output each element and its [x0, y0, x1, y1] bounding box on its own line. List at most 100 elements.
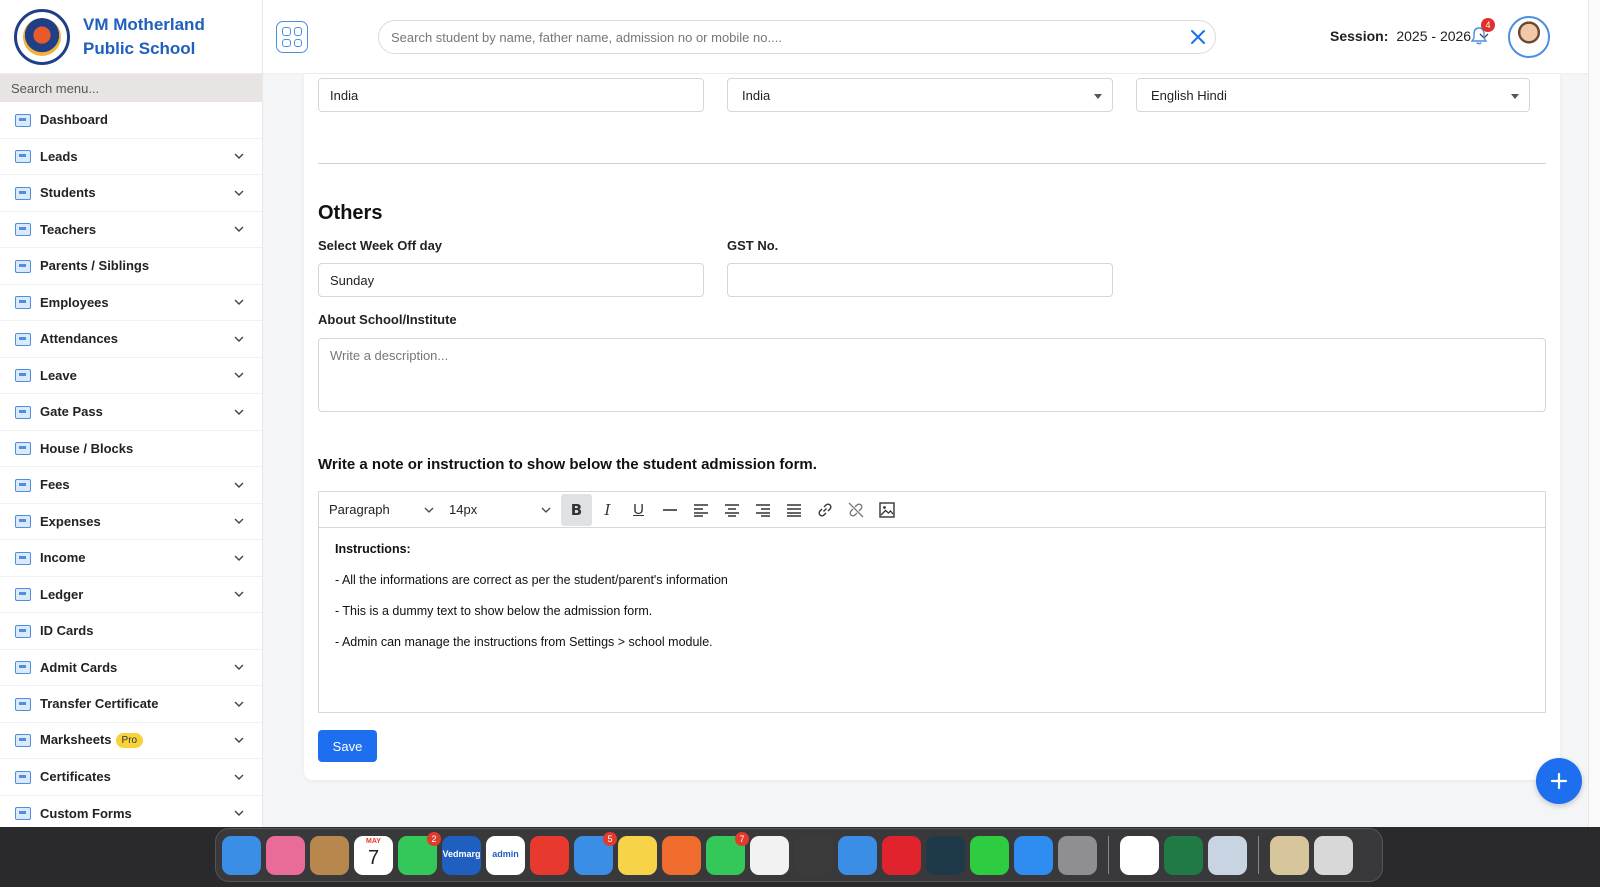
instruction-line: - All the informations are correct as pe…	[335, 573, 728, 587]
dock-settings-icon[interactable]	[1058, 835, 1097, 875]
dock-filmora-icon[interactable]	[926, 835, 965, 875]
page-scrollbar[interactable]	[1588, 0, 1600, 827]
sidebar-item-house-blocks[interactable]: House / Blocks	[0, 431, 262, 467]
sidebar-item-custom-forms[interactable]: Custom Forms	[0, 796, 262, 828]
save-button[interactable]: Save	[318, 730, 377, 762]
sidebar-item-teachers[interactable]: Teachers	[0, 212, 262, 248]
menu-search	[0, 74, 262, 102]
editor-content[interactable]: Instructions: - All the informations are…	[319, 528, 1545, 680]
chevron-down-icon[interactable]	[234, 772, 244, 782]
chevron-down-icon[interactable]	[234, 334, 244, 344]
dock-calendar-icon[interactable]: MAY 7	[354, 835, 393, 875]
block-format-select[interactable]: Paragraph	[329, 502, 449, 517]
dock-launchpad-icon[interactable]	[266, 835, 305, 875]
unlink-icon[interactable]	[840, 494, 871, 526]
chevron-down-icon[interactable]	[234, 151, 244, 161]
align-right-icon[interactable]	[747, 494, 778, 526]
dock-archive-icon[interactable]	[1270, 835, 1309, 875]
about-textarea[interactable]: Write a description...	[318, 338, 1546, 412]
sidebar-item-dashboard[interactable]: Dashboard	[0, 102, 262, 139]
bold-icon[interactable]: B	[561, 493, 592, 526]
dock-trash-icon[interactable]	[1314, 835, 1353, 875]
dock-preview-icon[interactable]	[1208, 835, 1247, 875]
expenses-icon	[14, 513, 32, 529]
country-input[interactable]: India	[318, 78, 704, 112]
sidebar-item-label: Dashboard	[40, 112, 244, 127]
dock-chrome-icon[interactable]	[750, 835, 789, 875]
sidebar-item-gate-pass[interactable]: Gate Pass	[0, 394, 262, 431]
week-off-select[interactable]: Sunday	[318, 263, 704, 297]
apps-grid-button[interactable]	[276, 21, 308, 53]
dock-pen-icon[interactable]	[970, 835, 1009, 875]
user-avatar[interactable]	[1508, 16, 1550, 58]
dock-contacts-icon[interactable]	[310, 835, 349, 875]
sidebar-item-certificates[interactable]: Certificates	[0, 759, 262, 796]
dock-whatsapp-icon[interactable]: 7	[706, 831, 749, 875]
chevron-down-icon[interactable]	[234, 188, 244, 198]
menu-search-input[interactable]	[11, 80, 241, 96]
chevron-down-icon[interactable]	[234, 808, 244, 818]
chevron-down-icon[interactable]	[234, 297, 244, 307]
student-search-input[interactable]	[391, 29, 1181, 45]
dock-vedmarg-admin-icon[interactable]: admin	[486, 835, 525, 875]
dock-vedmarg-icon[interactable]: Vedmarg	[442, 835, 481, 875]
sidebar-item-transfer-certificate[interactable]: Transfer Certificate	[0, 686, 262, 723]
brand[interactable]: VM Motherland Public School	[0, 0, 262, 74]
country-select[interactable]: India	[727, 78, 1113, 112]
dock-excel-icon[interactable]	[1164, 835, 1203, 875]
dock-firefox-icon[interactable]	[662, 835, 701, 875]
sidebar-item-leave[interactable]: Leave	[0, 358, 262, 394]
chevron-down-icon[interactable]	[234, 516, 244, 526]
dock-badge: 7	[735, 831, 749, 846]
dock-sublime-icon[interactable]	[794, 835, 833, 875]
sidebar-item-parents-siblings[interactable]: Parents / Siblings	[0, 248, 262, 285]
session-selector[interactable]: Session: 2025 - 2026	[1330, 28, 1489, 44]
dock-anydesk-icon[interactable]	[530, 835, 569, 875]
chevron-down-icon[interactable]	[234, 699, 244, 709]
underline-icon[interactable]: U	[623, 494, 654, 526]
italic-icon[interactable]: I	[592, 494, 623, 526]
add-fab-button[interactable]	[1536, 758, 1582, 804]
chevron-down-icon[interactable]	[234, 553, 244, 563]
chevron-down-icon[interactable]	[234, 407, 244, 417]
sidebar-item-fees[interactable]: Fees	[0, 467, 262, 504]
dock-safari-icon[interactable]	[838, 835, 877, 875]
language-select[interactable]: English Hindi	[1136, 78, 1530, 112]
dock-mail-icon[interactable]: 5	[574, 831, 617, 875]
sidebar-item-marksheets[interactable]: Marksheets Pro	[0, 723, 262, 759]
horizontal-rule-icon[interactable]	[654, 494, 685, 526]
chevron-down-icon[interactable]	[234, 735, 244, 745]
dock-app-store-icon[interactable]	[1014, 835, 1053, 875]
dock-facetime-icon[interactable]: 2	[398, 831, 441, 875]
dock-finder-icon[interactable]	[222, 835, 261, 875]
sidebar-item-attendances[interactable]: Attendances	[0, 321, 262, 358]
sidebar-item-ledger[interactable]: Ledger	[0, 577, 262, 613]
dock-windows-icon[interactable]	[1120, 835, 1159, 875]
sidebar-item-expenses[interactable]: Expenses	[0, 504, 262, 540]
align-justify-icon[interactable]	[778, 494, 809, 526]
align-left-icon[interactable]	[685, 494, 716, 526]
gst-input[interactable]	[727, 263, 1113, 297]
chevron-down-icon[interactable]	[234, 480, 244, 490]
clear-search-icon[interactable]	[1181, 20, 1215, 54]
chevron-down-icon[interactable]	[234, 662, 244, 672]
fees-icon	[14, 477, 32, 493]
chevron-down-icon[interactable]	[234, 589, 244, 599]
sidebar-item-admit-cards[interactable]: Admit Cards	[0, 650, 262, 686]
dock-notes-icon[interactable]	[618, 835, 657, 875]
sidebar-item-label: Fees	[40, 477, 234, 492]
sidebar-item-income[interactable]: Income	[0, 540, 262, 577]
sidebar-item-id-cards[interactable]: ID Cards	[0, 613, 262, 650]
sidebar-item-leads[interactable]: Leads	[0, 139, 262, 175]
sidebar-item-students[interactable]: Students	[0, 175, 262, 212]
chevron-down-icon[interactable]	[234, 370, 244, 380]
note-title: Write a note or instruction to show belo…	[318, 456, 817, 473]
chevron-down-icon[interactable]	[234, 224, 244, 234]
link-icon[interactable]	[809, 494, 840, 526]
sidebar-item-text: Attendances	[40, 331, 119, 347]
dock-opera-icon[interactable]	[882, 835, 921, 875]
font-size-select[interactable]: 14px	[449, 502, 561, 517]
sidebar-item-employees[interactable]: Employees	[0, 285, 262, 321]
align-center-icon[interactable]	[716, 494, 747, 526]
image-icon[interactable]	[871, 494, 902, 526]
